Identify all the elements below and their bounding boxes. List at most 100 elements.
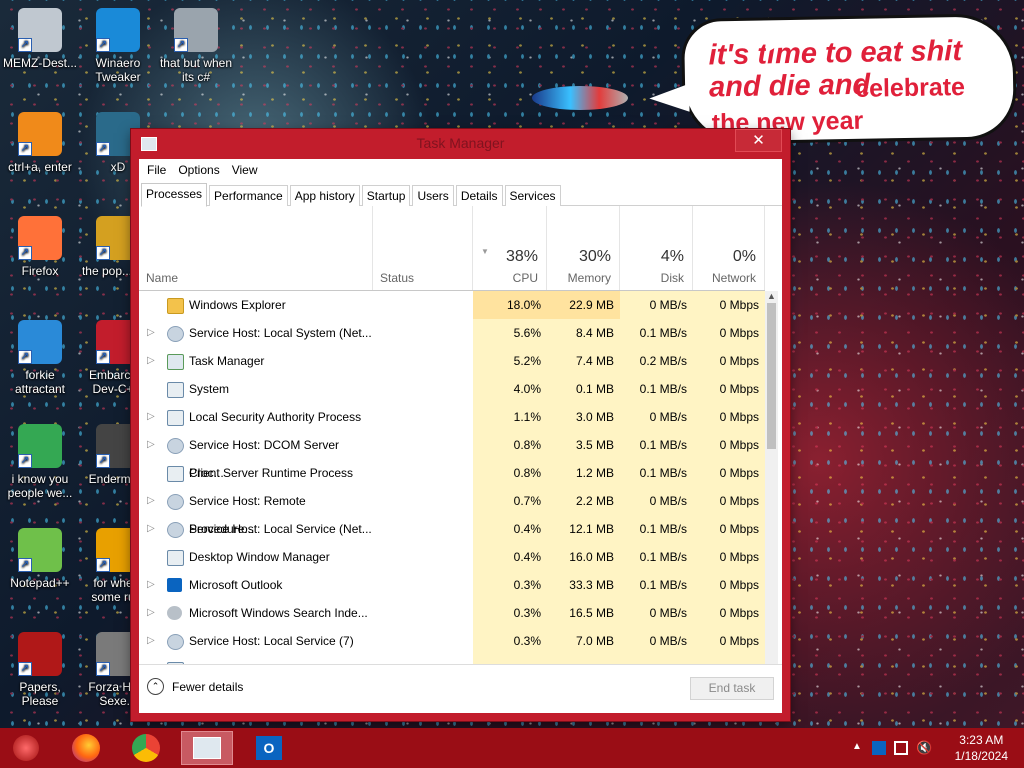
process-memory: 7.0 MB [547, 627, 620, 655]
volume-muted-icon[interactable]: 🔇 [916, 741, 932, 755]
process-cpu: 0.3% [473, 599, 547, 627]
tab-details[interactable]: Details [455, 185, 503, 206]
bubble-text-2: celebrate [854, 72, 966, 103]
expand-chevron-icon[interactable]: ▷ [147, 599, 155, 627]
end-task-button[interactable]: End task [690, 677, 774, 700]
process-network: 0 Mbps [693, 459, 765, 487]
expand-chevron-icon[interactable]: ▷ [147, 487, 155, 515]
col-disk-label: Disk [660, 271, 684, 285]
expand-chevron-icon[interactable]: ▷ [147, 403, 155, 431]
process-row[interactable]: ▷ Service Host: DCOM Server Proc... 0.8% 3.… [139, 431, 765, 480]
col-status[interactable]: Status [373, 206, 473, 290]
process-row[interactable]: ▷ Microsoft Windows Search Inde... 0.3% 16.… [139, 599, 765, 627]
tab-processes[interactable]: Processes [141, 183, 208, 207]
shortcut-arrow-icon: ↗ [18, 246, 32, 260]
process-row[interactable]: ▷ Service Host: Local Service (Net... 0.4%… [139, 515, 765, 543]
footer: ⌃ Fewer details End task [139, 664, 782, 713]
cpu-total: 38% [505, 248, 538, 265]
process-row[interactable]: ▷ Service Host: Remote Procedure... 0.7% 2.… [139, 487, 765, 536]
taskbar-task-manager[interactable] [181, 731, 233, 765]
gear-icon [167, 522, 184, 538]
desktop-icon-11[interactable]: ↗ Notepad++ [0, 528, 80, 590]
process-cpu: 0.3% [473, 627, 547, 655]
process-row[interactable]: ▷ Microsoft Outlook 0.3% 33.3 MB 0.1 MB/s 0 M… [139, 571, 765, 599]
desktop-icon-2[interactable]: ↗ that but when its c# [156, 8, 236, 84]
menu-view[interactable]: View [226, 161, 264, 181]
folder-icon [167, 298, 184, 314]
expand-chevron-icon[interactable]: ▷ [147, 571, 155, 599]
task-manager-icon [193, 737, 221, 759]
col-disk[interactable]: 4% Disk [620, 206, 693, 290]
desktop-icon-9[interactable]: ↗ i know you people we... [0, 424, 80, 500]
process-name: System [189, 382, 230, 396]
shortcut-icon: ↗ [18, 632, 62, 676]
clock[interactable]: 3:23 AM 1/18/2024 [955, 732, 1008, 764]
tab-performance[interactable]: Performance [209, 185, 288, 206]
desktop-icon-3[interactable]: ↗ ctrl+a, enter [0, 112, 80, 174]
start-button[interactable] [0, 731, 52, 765]
process-row[interactable]: System 4.0% 0.1 MB 0.1 MB/s 0 Mbps [139, 375, 765, 403]
process-disk: 0 MB/s [620, 599, 693, 627]
process-name-cell: Desktop Window Manager [139, 543, 373, 571]
desktop-icon-13[interactable]: ↗ Papers, Please [0, 632, 80, 708]
tab-startup[interactable]: Startup [361, 185, 411, 206]
desktop-icon-0[interactable]: ↗ MEMZ-Dest... [0, 8, 80, 70]
process-row[interactable]: Windows Explorer 18.0% 22.9 MB 0 MB/s 0 Mbps [139, 291, 765, 319]
taskbar-firefox[interactable] [60, 731, 112, 765]
desktop-icon-label: Notepad++ [10, 576, 70, 590]
process-row[interactable]: Desktop Window Manager 0.4% 16.0 MB 0.1 MB/… [139, 543, 765, 571]
task-manager-window[interactable]: Task Manager ✕ File Options View Process… [131, 129, 790, 721]
vertical-scrollbar[interactable]: ▲ ▼ [765, 291, 778, 699]
desktop-icon-7[interactable]: ↗ forkie attractant [0, 320, 80, 396]
process-row[interactable]: ▷ Service Host: Local Service (7) 0.3% 7.0 … [139, 627, 765, 655]
shortcut-arrow-icon: ↗ [18, 558, 32, 572]
network-icon[interactable] [894, 741, 908, 755]
menu-options[interactable]: Options [172, 161, 225, 181]
process-row[interactable]: ▷ Service Host: Local System (Net... 5.6% 8… [139, 319, 765, 347]
process-name-cell: ▷ Service Host: Remote Procedure... [139, 487, 373, 536]
expand-chevron-icon[interactable]: ▷ [147, 431, 155, 459]
outlook-tray-icon[interactable] [872, 741, 886, 755]
tab-app-history[interactable]: App history [289, 185, 360, 206]
process-name-cell: ▷ Task Manager [139, 347, 373, 375]
title-bar[interactable]: Task Manager ✕ [131, 129, 790, 157]
expand-chevron-icon[interactable]: ▷ [147, 319, 155, 347]
process-name: Service Host: Local System (Net... [189, 326, 372, 340]
process-cpu: 5.6% [473, 319, 547, 347]
col-cpu[interactable]: ▼ 38% CPU [473, 206, 547, 290]
process-row[interactable]: ▷ Local Security Authority Process 1.1% 3.0… [139, 403, 765, 431]
process-row[interactable]: ▷ Task Manager 5.2% 7.4 MB 0.2 MB/s 0 Mbps [139, 347, 765, 375]
menu-file[interactable]: File [141, 161, 172, 181]
scroll-thumb[interactable] [767, 303, 776, 449]
tab-services[interactable]: Services [504, 185, 561, 206]
expand-chevron-icon[interactable]: ▷ [147, 515, 155, 543]
disk-total: 4% [660, 248, 684, 265]
taskbar-chrome[interactable] [120, 731, 172, 765]
search-indexer-icon [167, 606, 182, 620]
process-network: 0 Mbps [693, 431, 765, 459]
expand-chevron-icon[interactable]: ▷ [147, 347, 155, 375]
show-hidden-icons-icon[interactable]: ▲ [852, 741, 866, 755]
process-disk: 0.1 MB/s [620, 319, 693, 347]
shortcut-arrow-icon: ↗ [18, 662, 32, 676]
process-cpu: 4.0% [473, 375, 547, 403]
speech-bubble: it's time to eat shit and die and celebr… [649, 13, 1018, 145]
expand-chevron-icon[interactable]: ▷ [147, 627, 155, 655]
desktop-icon-5[interactable]: ↗ Firefox [0, 216, 80, 278]
col-memory[interactable]: 30% Memory [547, 206, 620, 290]
taskbar-outlook[interactable]: O [243, 731, 295, 765]
close-button[interactable]: ✕ [735, 129, 782, 152]
process-cpu: 0.4% [473, 543, 547, 571]
process-disk: 0.2 MB/s [620, 347, 693, 375]
col-network[interactable]: 0% Network [693, 206, 765, 290]
shortcut-icon: ↗ [18, 320, 62, 364]
process-disk: 0 MB/s [620, 627, 693, 655]
scroll-up-icon[interactable]: ▲ [765, 291, 778, 303]
fewer-details-button[interactable]: ⌃ Fewer details [147, 678, 243, 695]
process-row[interactable]: Client Server Runtime Process 0.8% 1.2 MB 0… [139, 459, 765, 487]
col-name[interactable]: Name [139, 206, 373, 290]
process-name-cell: ▷ Service Host: Local Service (Net... [139, 515, 373, 543]
desktop-icon-1[interactable]: ↗ Winaero Tweaker [78, 8, 158, 84]
process-status [373, 599, 473, 627]
tab-users[interactable]: Users [412, 185, 454, 206]
